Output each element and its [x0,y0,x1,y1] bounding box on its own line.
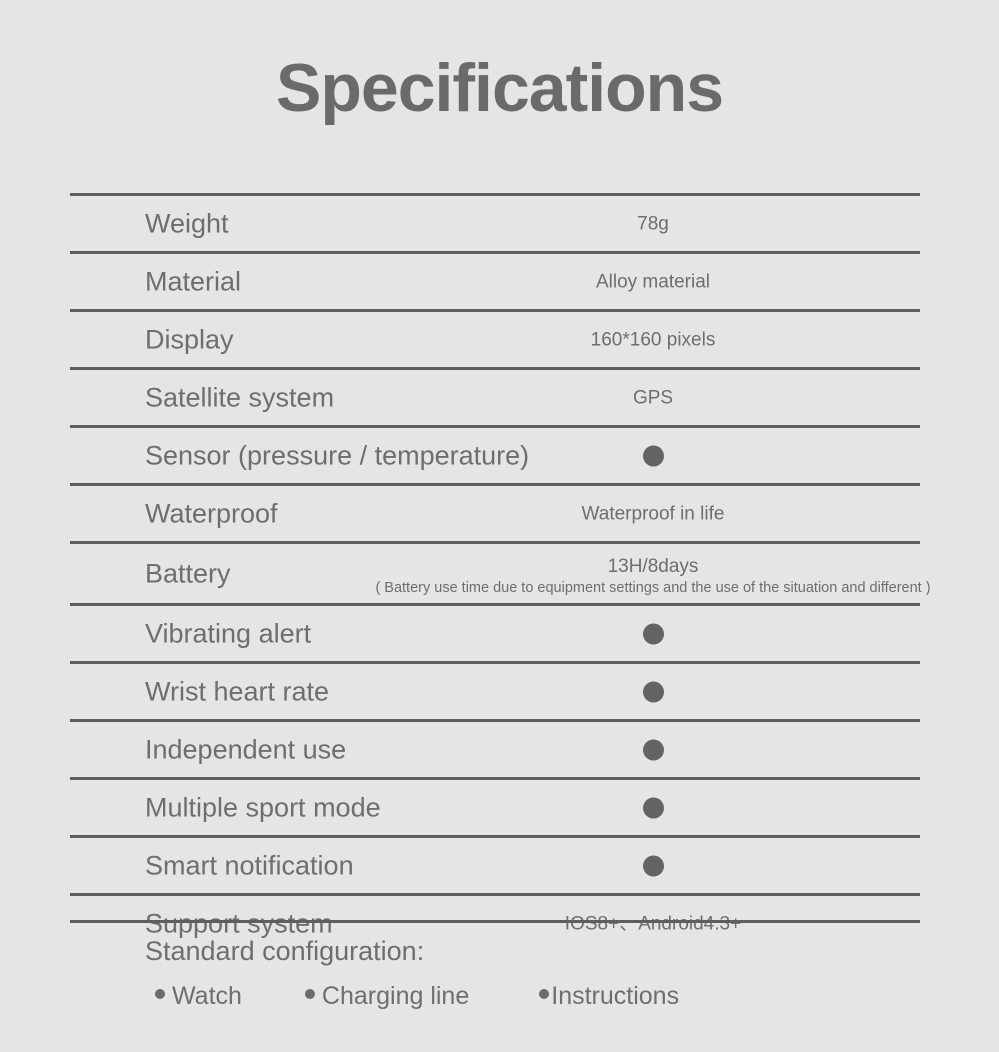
table-row: Vibrating alert [70,603,920,661]
list-item: Charging line [304,981,470,1010]
table-row: Waterproof Waterproof in life [70,483,920,541]
spec-value: Alloy material [595,271,711,292]
list-item: Watch [155,983,242,1009]
table-row: Independent use [70,719,920,777]
spec-value [70,739,999,760]
spec-value [70,681,999,702]
table-row: Wrist heart rate [70,661,920,719]
bullet-icon [155,989,165,1000]
spec-value: 160*160 pixels [590,329,716,350]
filled-circle-icon [642,797,664,818]
spec-value [70,623,999,644]
list-item-label: Watch [172,981,242,1010]
filled-circle-icon [642,855,664,876]
spec-value [70,445,999,466]
list-item-label: Charging line [321,981,470,1010]
table-row: Weight 78g [70,193,920,251]
page-title: Specifications [275,50,724,126]
table-row: Multiple sport mode [70,777,920,835]
spec-value [70,855,999,876]
standard-configuration-list: Watch Charging line Instructions [155,983,915,1009]
bullet-icon [304,989,315,1000]
spec-value: Waterproof in life [581,503,725,524]
table-row: Display 160*160 pixels [70,309,920,367]
table-row: Material Alloy material [70,251,920,309]
spec-value: 13H/8days [607,556,699,577]
spec-value: GPS [632,387,674,408]
table-row: Satellite system GPS [70,367,920,425]
specifications-page: Specifications Weight 78g Material Alloy… [0,0,999,1049]
table-row: Battery 13H/8days ( Battery use time due… [70,541,931,603]
standard-configuration-section: Standard configuration: Watch Charging l… [70,920,920,1052]
list-item-label: Instructions [551,981,680,1010]
filled-circle-icon [642,623,664,644]
bullet-icon [539,989,550,1000]
spec-value [70,797,999,818]
list-item: Instructions [539,983,679,1009]
table-row: Smart notification [70,835,920,893]
table-row: Sensor (pressure / temperature) [70,425,920,483]
filled-circle-icon [642,445,664,466]
specifications-table: Weight 78g Material Alloy material Displ… [70,193,931,951]
filled-circle-icon [642,681,664,702]
spec-value: 78g [637,213,669,234]
standard-configuration-title: Standard configuration: [145,936,425,966]
filled-circle-icon [642,739,664,760]
spec-value-note: ( Battery use time due to equipment sett… [375,580,931,596]
